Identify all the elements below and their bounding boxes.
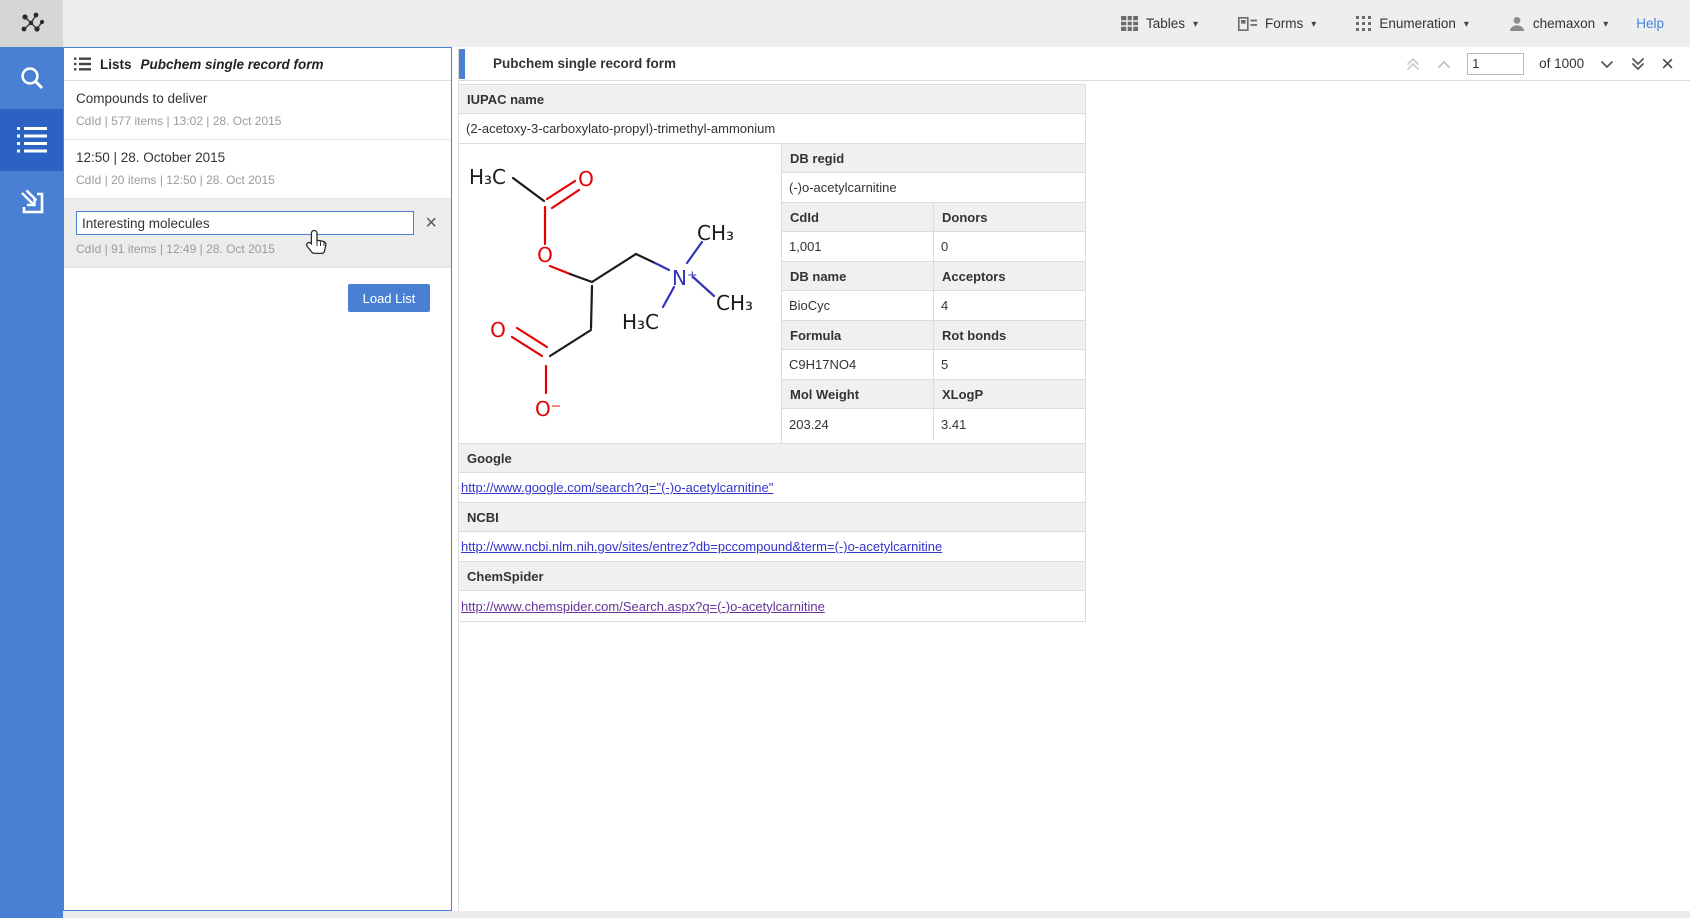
molecule-logo-icon [18, 10, 46, 38]
xlogp-value: 3.41 [934, 409, 1085, 440]
acceptors-value: 4 [934, 291, 1085, 321]
rot-bonds-value: 5 [934, 350, 1085, 380]
menu-forms[interactable]: Forms ▾ [1238, 16, 1316, 31]
enumeration-icon [1356, 16, 1371, 31]
list-item-editing[interactable]: × CdId | 91 items | 12:49 | 28. Oct 2015 [64, 199, 451, 268]
left-sidebar [0, 47, 63, 918]
properties-table: DB regid (-)o-acetylcarnitine CdId Donor… [782, 144, 1085, 443]
record-form-header: Pubchem single record form of 1000 [459, 47, 1690, 81]
close-form-icon[interactable]: × [1661, 53, 1674, 75]
sidebar-item-lists[interactable] [0, 109, 63, 171]
ncbi-entrez-link[interactable]: http://www.ncbi.nlm.nih.gov/sites/entrez… [461, 539, 942, 554]
cdid-value: 1,001 [782, 232, 934, 262]
cdid-label: CdId [782, 203, 934, 232]
atom-label: O⁻ [535, 397, 561, 421]
bottom-strip [63, 911, 1690, 918]
top-menu: Tables ▾ Forms ▾ Enumeration [1121, 16, 1608, 32]
iupac-name-label: IUPAC name [459, 85, 1085, 114]
rot-bonds-label: Rot bonds [934, 321, 1085, 350]
list-item-meta: CdId | 577 items | 13:02 | 28. Oct 2015 [76, 114, 437, 128]
menu-forms-label: Forms [1265, 16, 1303, 31]
tables-icon [1121, 16, 1138, 31]
help-link[interactable]: Help [1636, 16, 1664, 31]
record-pager: of 1000 × [1405, 53, 1690, 75]
chevron-down-icon: ▾ [1464, 19, 1469, 30]
list-item-title: 12:50 | 28. October 2015 [76, 150, 437, 165]
atom-label: O [537, 243, 553, 267]
previous-record-icon[interactable] [1436, 59, 1452, 69]
formula-label: Formula [782, 321, 934, 350]
mol-weight-label: Mol Weight [782, 380, 934, 409]
close-icon[interactable]: × [425, 213, 437, 233]
atom-label: O [490, 318, 506, 342]
record-form-title: Pubchem single record form [493, 56, 676, 71]
atom-label: CH₃ [697, 221, 734, 245]
db-name-value: BioCyc [782, 291, 934, 321]
accent-bar [459, 49, 465, 79]
acceptors-label: Acceptors [934, 262, 1085, 291]
lists-panel-header: Lists Pubchem single record form [64, 48, 451, 81]
ncbi-section-label: NCBI [459, 503, 1085, 532]
atom-label: H₃C [469, 165, 506, 189]
record-form-content: IUPAC name (2-acetoxy-3-carboxylato-prop… [458, 84, 1086, 622]
first-record-icon[interactable] [1405, 57, 1421, 71]
molecule-drawing: H₃C O O N⁺ CH₃ CH₃ H₃C O O⁻ [459, 144, 781, 443]
atom-label: CH₃ [716, 291, 753, 315]
list-icon [17, 127, 47, 153]
lists-panel: Lists Pubchem single record form Compoun… [63, 47, 452, 911]
sidebar-item-import-export[interactable] [0, 171, 63, 233]
xlogp-label: XLogP [934, 380, 1085, 409]
menu-user[interactable]: chemaxon ▾ [1509, 16, 1608, 32]
list-item[interactable]: Compounds to deliver CdId | 577 items | … [64, 81, 451, 140]
user-icon [1509, 16, 1525, 32]
db-name-label: DB name [782, 262, 934, 291]
list-item-meta: CdId | 91 items | 12:49 | 28. Oct 2015 [76, 242, 437, 256]
atom-label: O [578, 167, 594, 191]
search-icon [17, 63, 47, 93]
donors-label: Donors [934, 203, 1085, 232]
menu-enumeration[interactable]: Enumeration ▾ [1356, 16, 1469, 31]
menu-tables-label: Tables [1146, 16, 1185, 31]
molecule-structure: H₃C O O N⁺ CH₃ CH₃ H₃C O O⁻ [459, 144, 782, 443]
forms-icon [1238, 17, 1257, 31]
list-item[interactable]: 12:50 | 28. October 2015 CdId | 20 items… [64, 140, 451, 199]
record-form-panel: Pubchem single record form of 1000 [458, 47, 1690, 911]
import-arrow-icon [16, 186, 48, 218]
chemaxon-logo [0, 0, 63, 47]
list-item-meta: CdId | 20 items | 12:50 | 28. Oct 2015 [76, 173, 437, 187]
last-record-icon[interactable] [1630, 57, 1646, 71]
chevron-down-icon: ▾ [1193, 19, 1198, 30]
menu-tables[interactable]: Tables ▾ [1121, 16, 1198, 31]
menu-user-label: chemaxon [1533, 16, 1595, 31]
chemspider-search-link[interactable]: http://www.chemspider.com/Search.aspx?q=… [461, 599, 825, 614]
lists-panel-title: Lists [100, 57, 132, 72]
lists-panel-subtitle: Pubchem single record form [141, 57, 324, 72]
formula-value: C9H17NO4 [782, 350, 934, 380]
mol-weight-value: 203.24 [782, 409, 934, 440]
google-search-link[interactable]: http://www.google.com/search?q="(-)o-ace… [461, 480, 773, 495]
google-section-label: Google [459, 444, 1085, 473]
atom-label: N⁺ [672, 266, 698, 290]
record-number-input[interactable] [1467, 53, 1524, 75]
chevron-down-icon: ▾ [1311, 19, 1316, 30]
next-record-icon[interactable] [1599, 59, 1615, 69]
db-regid-value: (-)o-acetylcarnitine [782, 173, 1085, 203]
db-regid-label: DB regid [782, 144, 1085, 173]
list-name-input[interactable] [76, 211, 414, 235]
list-icon [74, 57, 91, 71]
menu-enumeration-label: Enumeration [1379, 16, 1456, 31]
chemspider-section-label: ChemSpider [459, 562, 1085, 591]
donors-value: 0 [934, 232, 1085, 262]
atom-label: H₃C [622, 310, 659, 334]
sidebar-item-search[interactable] [0, 47, 63, 109]
load-list-button[interactable]: Load List [348, 284, 430, 312]
chevron-down-icon: ▾ [1603, 19, 1608, 30]
record-total-label: of 1000 [1539, 56, 1584, 71]
list-item-title: Compounds to deliver [76, 91, 437, 106]
top-bar: Tables ▾ Forms ▾ Enumeration [0, 0, 1690, 47]
iupac-name-value: (2-acetoxy-3-carboxylato-propyl)-trimeth… [459, 114, 1085, 144]
